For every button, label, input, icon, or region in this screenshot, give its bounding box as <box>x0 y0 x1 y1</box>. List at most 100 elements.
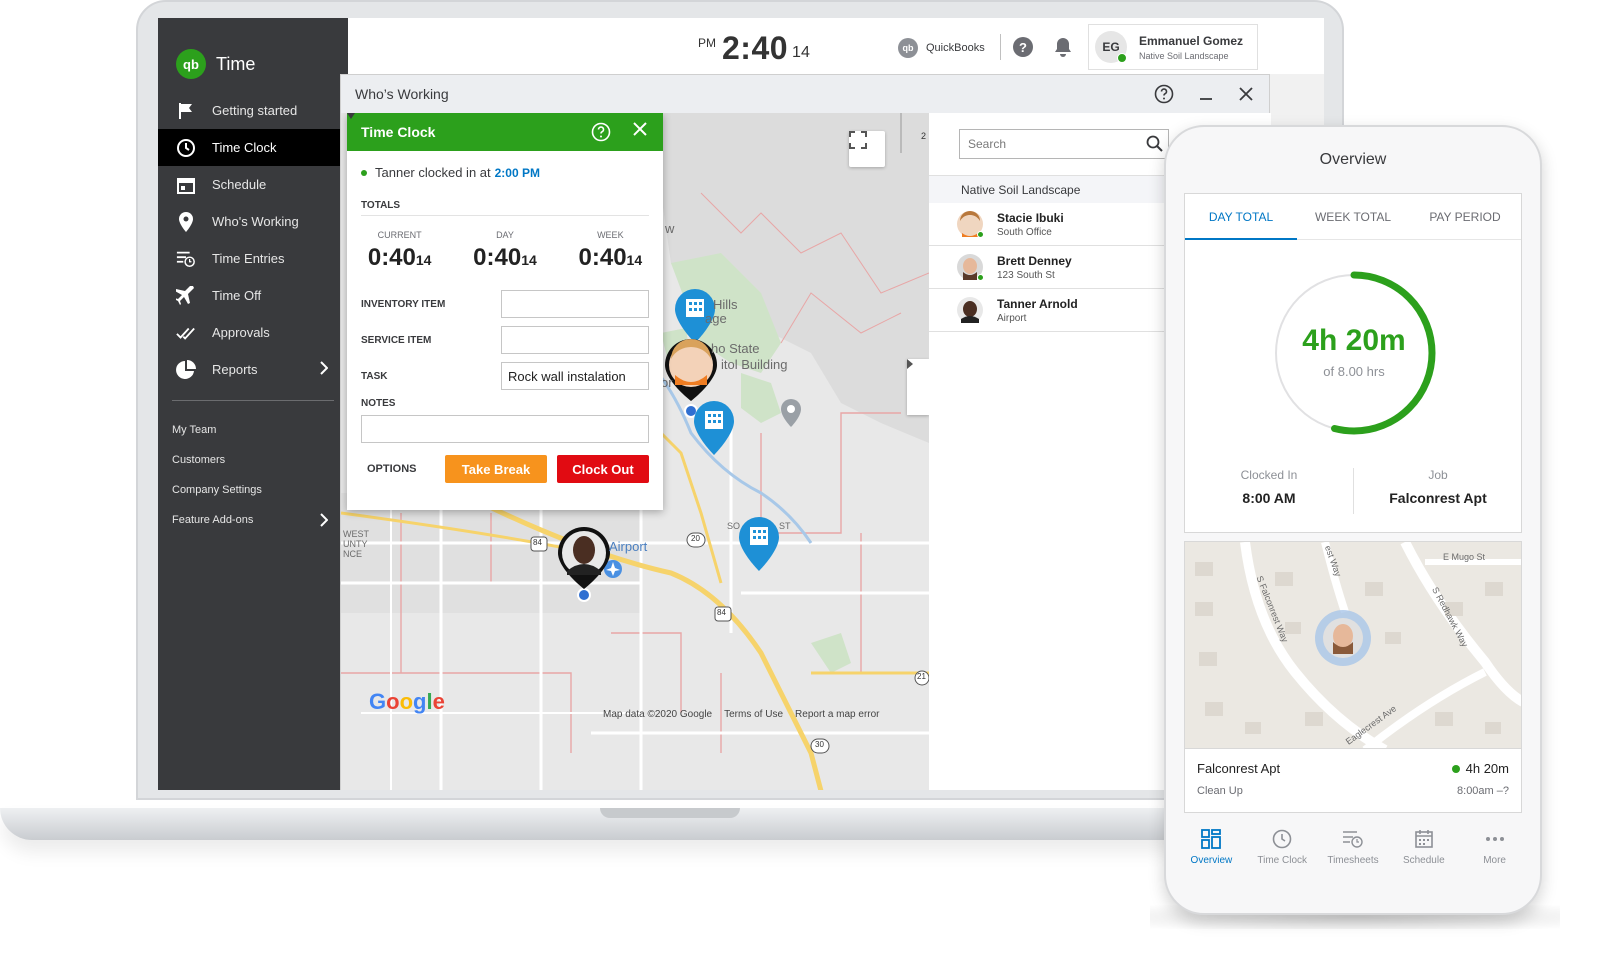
close-icon[interactable] <box>1235 83 1257 105</box>
map-label-age: age <box>705 311 727 326</box>
total-value: 0:4014 <box>558 244 663 272</box>
google-logo-letter: e <box>432 689 445 714</box>
job-duration: 4h 20m <box>1452 761 1509 776</box>
sidebar-item-schedule[interactable]: Schedule <box>158 166 348 203</box>
sidebar-item-whos-working[interactable]: Who's Working <box>158 203 348 240</box>
job-label: Job <box>1428 468 1448 482</box>
time-clock-popup: Time Clock Tanner clocked in at 2:00 PM <box>347 113 663 510</box>
sidebar-item-label: Time Clock <box>212 140 277 155</box>
map-label-west-1: WEST <box>343 529 369 539</box>
sidebar-item-time-entries[interactable]: Time Entries <box>158 240 348 277</box>
time-clock-title: Time Clock <box>361 124 436 140</box>
job-map[interactable]: E Mugo St est Way S Falconrest Way S Red… <box>1184 541 1522 749</box>
map-label-west-3: NCE <box>343 549 363 559</box>
search-icon[interactable] <box>1146 135 1164 156</box>
highway-label-84-a: 84 <box>533 538 542 547</box>
map-view[interactable]: Hills age ho State itol Building w or Ai… <box>341 113 929 790</box>
window-title: Who’s Working <box>355 86 449 102</box>
sidebar-item-approvals[interactable]: Approvals <box>158 314 348 351</box>
nav-label: Time Clock <box>1257 855 1308 866</box>
sidebar-item-customers[interactable]: Customers <box>158 445 348 475</box>
panel-toggle[interactable] <box>907 359 929 415</box>
terms-of-use-link[interactable]: Terms of Use <box>724 709 783 720</box>
nav-overview[interactable]: Overview <box>1176 827 1247 881</box>
notes-textarea[interactable] <box>361 415 649 443</box>
employee-pin-stacie[interactable] <box>665 339 717 401</box>
service-item-row: SERVICE ITEM <box>347 326 663 354</box>
job-value: Falconrest Apt <box>1389 490 1487 506</box>
options-dropdown[interactable]: OPTIONS <box>347 113 445 475</box>
total-week: WEEK 0:4014 <box>558 230 663 272</box>
nav-time-clock[interactable]: Time Clock <box>1247 827 1318 881</box>
minimize-icon[interactable] <box>1195 83 1217 105</box>
job-card[interactable]: Falconrest Apt Clean Up 4h 20m 8:00am –? <box>1184 749 1522 813</box>
sidebar-item-getting-started[interactable]: Getting started <box>158 92 348 129</box>
double-check-icon <box>176 323 196 343</box>
fullscreen-button[interactable] <box>849 131 885 167</box>
inventory-item-input[interactable] <box>501 290 649 318</box>
employee-location-marker <box>1315 610 1371 666</box>
sidebar-item-label: Feature Add-ons <box>172 514 254 526</box>
building-pin[interactable] <box>739 517 779 571</box>
building-pin[interactable] <box>694 401 734 455</box>
user-menu[interactable]: EG Emmanuel Gomez Native Soil Landscape <box>1088 24 1258 70</box>
nav-label: Schedule <box>1402 855 1445 866</box>
help-circle-icon[interactable] <box>1153 83 1175 105</box>
total-value-seconds: 14 <box>626 252 643 268</box>
user-name: Emmanuel Gomez <box>1139 33 1244 48</box>
total-value-seconds: 14 <box>415 252 432 268</box>
take-break-button[interactable]: Take Break <box>445 455 547 483</box>
quickbooks-link[interactable]: qb QuickBooks <box>898 38 985 58</box>
top-divider <box>1000 34 1001 60</box>
overview-card: DAY TOTAL WEEK TOTAL PAY PERIOD 4h 20m o… <box>1184 193 1522 533</box>
nav-timesheets[interactable]: Timesheets <box>1318 827 1389 881</box>
calendar-icon <box>176 175 196 195</box>
sidebar-item-label: Time Entries <box>212 251 285 266</box>
calendar-icon <box>1414 827 1433 851</box>
sidebar-item-my-team[interactable]: My Team <box>158 415 348 445</box>
sidebar-item-reports[interactable]: Reports <box>158 351 348 388</box>
nav-label: Overview <box>1190 855 1233 866</box>
sidebar-divider <box>172 400 334 401</box>
help-circle-icon[interactable] <box>591 122 611 142</box>
sidebar-item-feature-addons[interactable]: Feature Add-ons <box>158 505 348 535</box>
job-time-range: 8:00am –? <box>1457 785 1509 797</box>
map-label-hills: Hills <box>713 297 738 312</box>
sidebar-item-time-off[interactable]: Time Off <box>158 277 348 314</box>
nav-schedule[interactable]: Schedule <box>1388 827 1459 881</box>
status-dot <box>361 169 367 176</box>
map-label-capitol-2: itol Building <box>721 357 788 372</box>
report-map-error-link[interactable]: Report a map error <box>795 709 879 720</box>
sidebar-item-time-clock[interactable]: Time Clock <box>158 129 348 166</box>
tab-pay-period[interactable]: PAY PERIOD <box>1409 194 1521 239</box>
clocked-in-label: Clocked In <box>1240 468 1298 482</box>
google-logo-letter: o <box>399 689 414 714</box>
totals-heading: TOTALS <box>361 200 649 216</box>
user-company: Native Soil Landscape <box>1139 50 1229 61</box>
task-input[interactable]: Rock wall instalation <box>501 362 649 390</box>
search-input[interactable]: Search <box>959 129 1169 159</box>
highway-label-30: 30 <box>815 740 824 749</box>
google-logo: Google <box>369 689 445 715</box>
tab-week-total[interactable]: WEEK TOTAL <box>1297 194 1409 239</box>
dashboard-icon <box>1201 827 1222 851</box>
bell-icon[interactable] <box>1054 37 1072 62</box>
help-icon[interactable]: ? <box>1013 37 1033 57</box>
map-pin-icon <box>176 211 196 232</box>
close-icon[interactable] <box>633 122 653 142</box>
quickbooks-icon: qb <box>898 38 918 58</box>
service-item-input[interactable] <box>501 326 649 354</box>
highway-label-2: 2 <box>921 131 927 141</box>
nav-more[interactable]: More <box>1459 827 1530 881</box>
location-dot <box>577 588 591 602</box>
highway-label-20: 20 <box>691 534 700 543</box>
total-label: CURRENT <box>377 230 422 240</box>
total-value-main: 0:40 <box>473 244 522 271</box>
total-label: WEEK <box>597 230 624 240</box>
time-clock-actions: OPTIONS Take Break Clock Out <box>347 113 663 483</box>
tab-day-total[interactable]: DAY TOTAL <box>1185 194 1297 240</box>
sidebar-item-company-settings[interactable]: Company Settings <box>158 475 348 505</box>
clock-out-button[interactable]: Clock Out <box>557 455 649 483</box>
clock-in-status: Tanner clocked in at 2:00 PM <box>347 151 663 180</box>
service-item-label: SERVICE ITEM <box>361 334 432 346</box>
